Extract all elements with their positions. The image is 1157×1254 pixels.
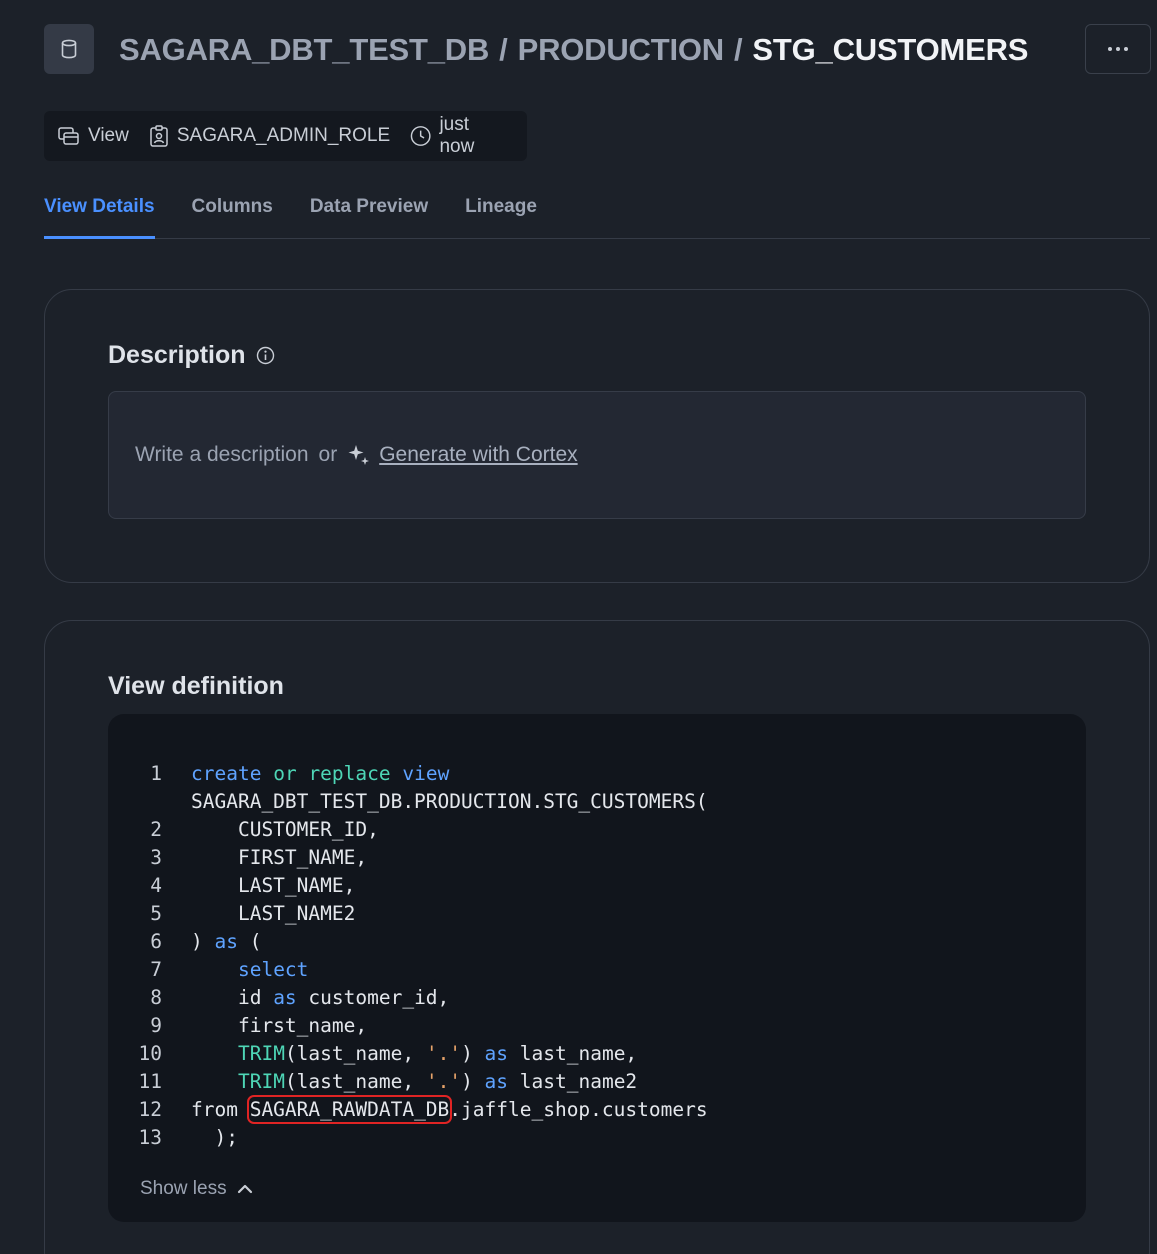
code-line: 3 FIRST_NAME,	[108, 844, 708, 872]
meta-role: SAGARA_ADMIN_ROLE	[149, 125, 390, 147]
tab-data-preview[interactable]: Data Preview	[310, 186, 428, 239]
line-number: 6	[150, 930, 162, 953]
meta-updated: just now	[410, 114, 507, 158]
code-text: select	[237, 958, 309, 981]
code-text: );	[191, 1126, 238, 1149]
description-input[interactable]: Write a description or Generate with Cor…	[108, 391, 1086, 519]
code-text: CUSTOMER_ID,	[191, 818, 379, 841]
code-text: LAST_NAME2	[191, 902, 356, 925]
tab-lineage[interactable]: Lineage	[465, 186, 537, 239]
code-line: 6 ) as (	[108, 928, 708, 956]
highlighted-database-name: SAGARA_RAWDATA_DB	[246, 1095, 453, 1124]
line-number: 4	[150, 874, 162, 897]
breadcrumb: SAGARA_DBT_TEST_DB / PRODUCTION / STG_CU…	[119, 28, 1028, 72]
ellipsis-icon	[1108, 47, 1128, 51]
more-options-button[interactable]	[1085, 24, 1151, 74]
line-number: 10	[138, 1042, 162, 1065]
code-text: TRIM(last_name, '.') as last_name2	[237, 1070, 638, 1093]
generate-with-cortex-link[interactable]: Generate with Cortex	[379, 443, 577, 467]
line-number: 3	[150, 846, 162, 869]
code-line: 12 from SAGARA_RAWDATA_DB.jaffle_shop.cus…	[108, 1095, 708, 1124]
line-number: 12	[138, 1098, 162, 1121]
database-icon	[61, 39, 77, 59]
code-line: 2 CUSTOMER_ID,	[108, 816, 708, 844]
code-line: 7 select	[108, 956, 708, 984]
code-lines: 1 create or replace view SAGARA_DBT_TEST_D…	[108, 760, 708, 1152]
code-text: from SAGARA_RAWDATA_DB.jaffle_shop.custo…	[191, 1095, 708, 1124]
meta-type: View	[58, 125, 129, 147]
description-placeholder: Write a description	[135, 443, 309, 466]
database-icon-box	[44, 24, 94, 74]
tab-bar: View Details Columns Data Preview Lineag…	[44, 186, 1150, 239]
line-number: 11	[138, 1070, 162, 1093]
breadcrumb-schema[interactable]: PRODUCTION	[518, 32, 725, 68]
code-block: 1 create or replace view SAGARA_DBT_TEST_D…	[108, 714, 1086, 1222]
tab-view-details[interactable]: View Details	[44, 186, 155, 239]
code-line: 8 id as customer_id,	[108, 984, 708, 1012]
line-number: 8	[150, 986, 162, 1009]
code-line: 10 TRIM(last_name, '.') as last_name,	[108, 1040, 708, 1068]
line-number: 9	[150, 1014, 162, 1037]
chevron-up-icon	[237, 1184, 252, 1194]
code-text: id as customer_id,	[191, 986, 450, 1009]
object-meta-bar: View SAGARA_ADMIN_ROLE just now	[44, 111, 527, 161]
code-text: ) as (	[191, 930, 262, 953]
role-badge-icon	[150, 125, 168, 147]
code-text: create or replace view	[191, 762, 450, 785]
show-less-button[interactable]: Show less	[140, 1178, 253, 1200]
code-text: first_name,	[191, 1014, 368, 1037]
line-number	[108, 788, 164, 816]
code-text: LAST_NAME,	[191, 874, 356, 897]
breadcrumb-separator: /	[733, 32, 743, 67]
show-less-label: Show less	[140, 1178, 227, 1199]
description-or: or	[318, 443, 338, 466]
code-line: 5 LAST_NAME2	[108, 900, 708, 928]
sparkle-icon	[348, 445, 370, 465]
view-definition-card: View definition 1 create or replace view S…	[44, 620, 1150, 1254]
tab-columns[interactable]: Columns	[192, 186, 273, 239]
code-line: 1 create or replace view	[108, 760, 708, 788]
description-heading: Description	[108, 341, 275, 370]
breadcrumb-database[interactable]: SAGARA_DBT_TEST_DB	[119, 32, 489, 68]
line-number: 7	[150, 958, 162, 981]
code-line: 4 LAST_NAME,	[108, 872, 708, 900]
meta-type-label: View	[88, 125, 129, 146]
meta-updated-label: just now	[439, 114, 475, 157]
description-card: Description Write a description or Gener…	[44, 289, 1150, 583]
info-icon[interactable]	[256, 346, 275, 365]
code-text: SAGARA_DBT_TEST_DB.PRODUCTION.STG_CUSTOM…	[191, 790, 708, 813]
line-number: 5	[150, 902, 162, 925]
breadcrumb-separator: /	[499, 32, 508, 67]
view-icon	[58, 127, 79, 145]
code-line: 13 );	[108, 1124, 708, 1152]
code-line: 11 TRIM(last_name, '.') as last_name2	[108, 1068, 708, 1096]
description-title: Description	[108, 341, 246, 369]
code-text: TRIM(last_name, '.') as last_name,	[237, 1042, 638, 1065]
line-number: 2	[150, 818, 162, 841]
clock-icon	[410, 126, 431, 146]
meta-role-label: SAGARA_ADMIN_ROLE	[176, 125, 391, 146]
line-number: 13	[138, 1126, 162, 1149]
line-number: 1	[150, 762, 162, 785]
code-text: FIRST_NAME,	[191, 846, 368, 869]
page-title: STG_CUSTOMERS	[752, 32, 1029, 67]
code-line: SAGARA_DBT_TEST_DB.PRODUCTION.STG_CUSTOM…	[108, 788, 708, 816]
view-definition-title: View definition	[108, 672, 284, 700]
code-line: 9 first_name,	[108, 1012, 708, 1040]
